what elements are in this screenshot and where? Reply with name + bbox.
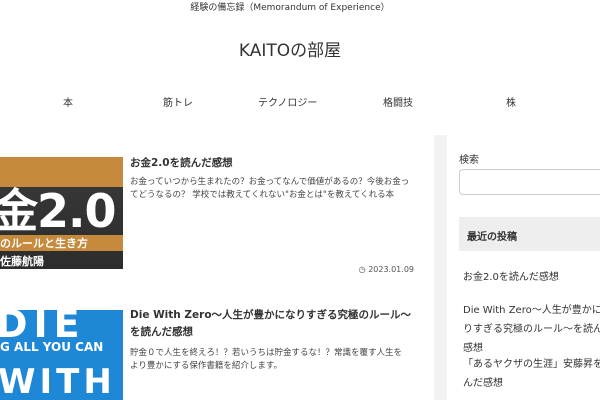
nav-item-training[interactable]: 筋トレ: [163, 94, 193, 109]
nav-item-stocks[interactable]: 株: [506, 94, 516, 109]
thumbnail-author: 佐藤航陽: [0, 255, 44, 268]
site-header: 経験の備忘録（Memorandum of Experience） KAITOの部…: [0, 0, 600, 135]
recent-posts-heading-text: 最近の投稿: [467, 232, 517, 243]
clock-icon: ◷: [358, 265, 366, 274]
article-title-2[interactable]: Die With Zero～人生が豊かになりすぎる究極のルール～を読んだ感想: [130, 307, 415, 341]
article-excerpt-2: 貯金０で人生を終えろ！？若いうちは貯金するな！？常識を覆す人生をより豊かにする保…: [130, 348, 403, 371]
recent-post-link[interactable]: 「あるヤクザの生涯」安藤昇を読んだ感想: [463, 355, 600, 393]
thumbnail-subtitle: G ALL YOU CAN: [0, 340, 104, 354]
article-date-1: ◷ 2023.01.09: [359, 265, 414, 274]
thumbnail-subtitle: のルールと生き方: [0, 235, 123, 251]
article-date-text: 2023.01.09: [368, 265, 414, 274]
sidebar: 検索 最近の投稿 お金2.0を読んだ感想 Die With Zero～人生が豊か…: [447, 135, 600, 400]
article-title-1[interactable]: お金2.0を読んだ感想: [130, 155, 415, 172]
article-thumbnail-2[interactable]: DIE G ALL YOU CAN WITH: [0, 310, 123, 400]
site-title[interactable]: KAITOの部屋: [0, 36, 580, 61]
recent-posts-heading: 最近の投稿: [459, 217, 600, 251]
recent-post-link[interactable]: お金2.0を読んだ感想: [463, 268, 600, 287]
article-list: 金2.0 のルールと生き方 佐藤航陽 お金2.0を読んだ感想 お金っていつから生…: [0, 135, 434, 400]
thumbnail-title-bottom: WITH: [0, 362, 116, 400]
nav-item-books[interactable]: 本: [63, 94, 73, 109]
search-label: 検索: [459, 155, 479, 166]
site-tagline: 経験の備忘録（Memorandum of Experience）: [190, 3, 390, 13]
search-input[interactable]: [459, 169, 600, 195]
nav-item-martial-arts[interactable]: 格闘技: [383, 94, 413, 109]
nav-item-technology[interactable]: テクノロジー: [258, 94, 317, 109]
recent-post-link[interactable]: Die With Zero～人生が豊かになりすぎる究極のルール～を読んだ感想: [463, 301, 600, 358]
article-excerpt-1: お金っていつから生まれたの？お金ってなんで価値があるの？今後お金ってどうなるの？…: [130, 177, 410, 200]
article-thumbnail-1[interactable]: 金2.0 のルールと生き方 佐藤航陽: [0, 157, 123, 269]
thumbnail-title: 金2.0: [0, 184, 116, 238]
global-nav: 本 筋トレ テクノロジー 格闘技 株: [0, 94, 600, 109]
